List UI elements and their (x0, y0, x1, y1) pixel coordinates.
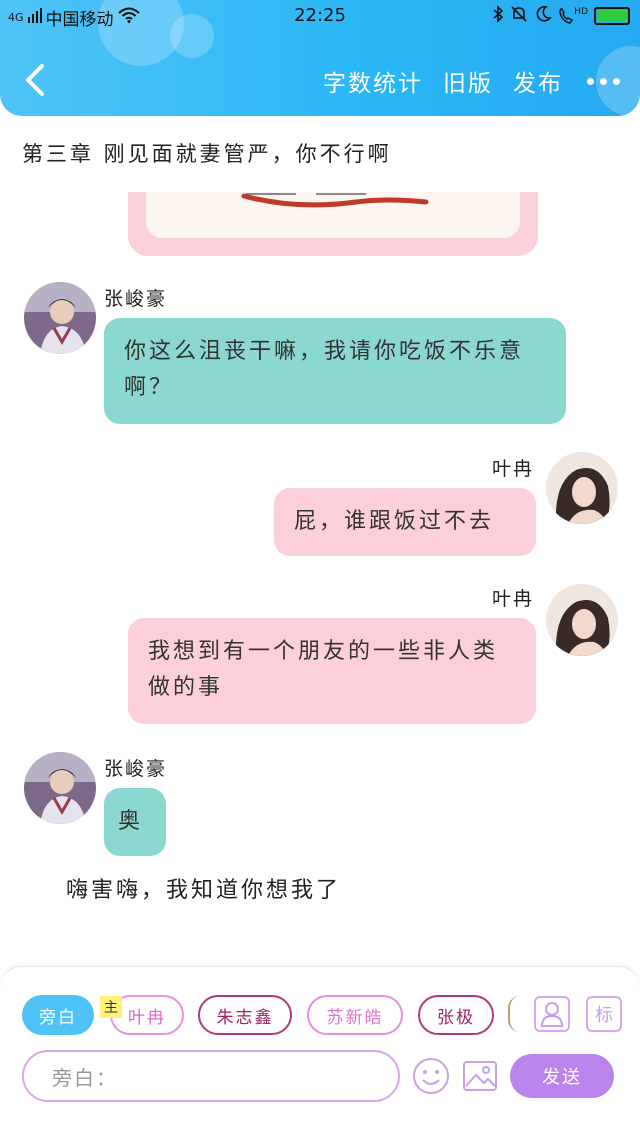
word-count-button[interactable]: 字数统计 (323, 64, 423, 98)
message-bubble[interactable]: 我想到有一个朋友的一些非人类做的事 (128, 618, 536, 724)
battery-level (597, 10, 627, 22)
role-chip-zhang[interactable]: 张极 (418, 995, 494, 1035)
bluetooth-icon (492, 5, 504, 27)
role-chip-su[interactable]: 苏新皓 (307, 995, 403, 1035)
status-bar: 4G 中国移动 22:25 HD (0, 0, 640, 34)
tag-icon[interactable]: 标 (586, 996, 622, 1032)
send-button[interactable]: 发送 (510, 1054, 614, 1098)
avatar-ye[interactable] (546, 452, 618, 524)
emoji-icon[interactable] (412, 1057, 450, 1095)
main-character-badge: 主 (100, 996, 122, 1018)
speaker-name: 张峻豪 (104, 758, 168, 780)
role-chip-zhu[interactable]: 朱志鑫 (198, 995, 292, 1035)
moon-icon (534, 5, 553, 27)
role-chip-narrator[interactable]: 旁白 (22, 995, 94, 1035)
hd-label: HD (574, 7, 588, 17)
mute-bell-icon (510, 5, 528, 27)
message-input[interactable]: 旁白： (22, 1050, 400, 1102)
status-right: HD (492, 5, 630, 27)
hd-call-icon: HD (558, 7, 588, 25)
avatar-zhang[interactable] (24, 282, 96, 354)
message-bubble[interactable]: 你这么沮丧干嘛，我请你吃饭不乐意啊？ (104, 318, 566, 424)
back-arrow-icon[interactable] (20, 60, 54, 100)
avatar-ye[interactable] (546, 584, 618, 656)
speaker-name: 叶冉 (492, 458, 535, 480)
battery-icon (594, 7, 630, 25)
publish-button[interactable]: 发布 (513, 64, 563, 98)
image-message-picture (146, 192, 520, 238)
message-bubble[interactable]: 奥 (104, 788, 166, 856)
image-message-card[interactable] (128, 192, 538, 256)
image-upload-icon[interactable] (462, 1058, 498, 1094)
speaker-name: 叶冉 (492, 588, 535, 610)
narration-text[interactable]: 嗨害嗨，我知道你想我了 (66, 872, 341, 904)
role-chip-partial[interactable] (508, 996, 520, 1032)
avatar-zhang[interactable] (24, 752, 96, 824)
app-header: 4G 中国移动 22:25 HD 字数统计 旧版 发布 (0, 0, 640, 116)
header-toolbar: 字数统计 旧版 发布 (323, 64, 620, 98)
old-version-button[interactable]: 旧版 (443, 64, 493, 98)
character-manage-icon[interactable] (534, 996, 570, 1032)
chapter-title: 第三章 刚见面就妻管严，你不行啊 (22, 142, 392, 166)
speaker-name: 张峻豪 (104, 288, 168, 310)
more-options-icon[interactable] (583, 66, 620, 96)
message-bubble[interactable]: 屁，谁跟饭过不去 (274, 488, 536, 556)
